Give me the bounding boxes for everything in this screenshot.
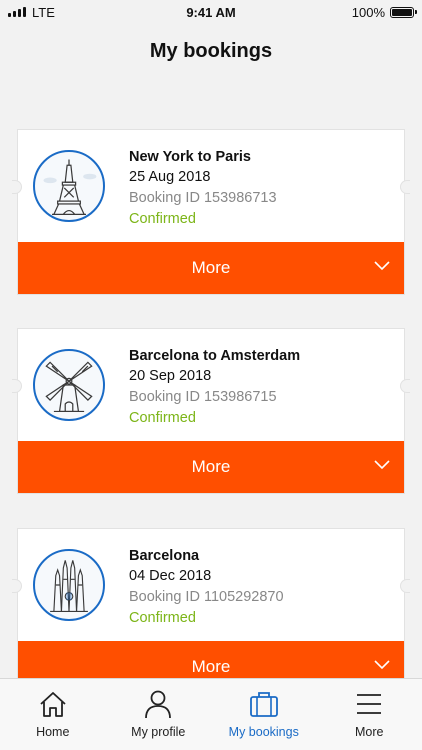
tab-profile[interactable]: My profile [106, 679, 212, 750]
chevron-down-icon [374, 460, 390, 470]
profile-icon [145, 690, 172, 719]
booking-card-body[interactable]: New York to Paris 25 Aug 2018 Booking ID… [12, 130, 410, 244]
status-right: 100% [351, 4, 417, 20]
eiffel-tower-icon [33, 150, 105, 222]
trip-title: New York to Paris [129, 149, 251, 165]
trip-date: 25 Aug 2018 [129, 169, 211, 185]
menu-icon [357, 694, 382, 714]
booking-card-body[interactable]: Barcelona to Amsterdam 20 Sep 2018 Booki… [12, 329, 410, 443]
header: My bookings [0, 40, 422, 63]
more-button-label: More [191, 258, 231, 277]
booking-info: Barcelona to Amsterdam 20 Sep 2018 Booki… [129, 346, 300, 429]
booking-card: Barcelona to Amsterdam 20 Sep 2018 Booki… [12, 328, 410, 494]
battery-icon [390, 6, 417, 18]
tab-label: My profile [131, 725, 186, 739]
suitcase-icon [249, 692, 278, 717]
booking-card-body[interactable]: Barcelona 04 Dec 2018 Booking ID 1105292… [12, 529, 410, 643]
status-badge: Confirmed [129, 410, 196, 426]
home-icon [40, 692, 66, 717]
trip-date: 04 Dec 2018 [129, 568, 212, 584]
trip-title: Barcelona [129, 548, 200, 564]
page-title: My bookings [149, 40, 273, 62]
sagrada-familia-icon [33, 549, 105, 621]
more-button[interactable]: More [18, 441, 404, 493]
tab-label: My bookings [228, 725, 299, 739]
more-button[interactable]: More [18, 242, 404, 294]
booking-card: Barcelona 04 Dec 2018 Booking ID 1105292… [12, 528, 410, 694]
more-button-label: More [191, 457, 231, 476]
tab-home[interactable]: Home [0, 679, 106, 750]
trip-date: 20 Sep 2018 [129, 368, 212, 384]
trip-title: Barcelona to Amsterdam [129, 348, 301, 364]
tab-bookings[interactable]: My bookings [211, 679, 317, 750]
booking-id: Booking ID 1105292870 [129, 589, 284, 605]
booking-info: Barcelona 04 Dec 2018 Booking ID 1105292… [129, 546, 284, 629]
chevron-down-icon [374, 261, 390, 271]
status-badge: Confirmed [129, 211, 196, 227]
booking-id: Booking ID 153986713 [129, 190, 277, 206]
tab-more[interactable]: More [317, 679, 422, 750]
status-bar: LTE 9:41 AM 100% [0, 0, 422, 24]
booking-id: Booking ID 153986715 [129, 389, 277, 405]
booking-card: New York to Paris 25 Aug 2018 Booking ID… [12, 129, 410, 295]
status-badge: Confirmed [129, 610, 196, 626]
booking-info: New York to Paris 25 Aug 2018 Booking ID… [129, 147, 277, 230]
tab-bar: Home My profile My bookings More [0, 678, 422, 750]
tab-label: More [355, 725, 384, 739]
tab-label: Home [36, 725, 70, 739]
windmill-icon [33, 349, 105, 421]
battery-percent: 100% [351, 4, 385, 20]
chevron-down-icon [374, 660, 390, 670]
more-button-label: More [191, 657, 231, 676]
